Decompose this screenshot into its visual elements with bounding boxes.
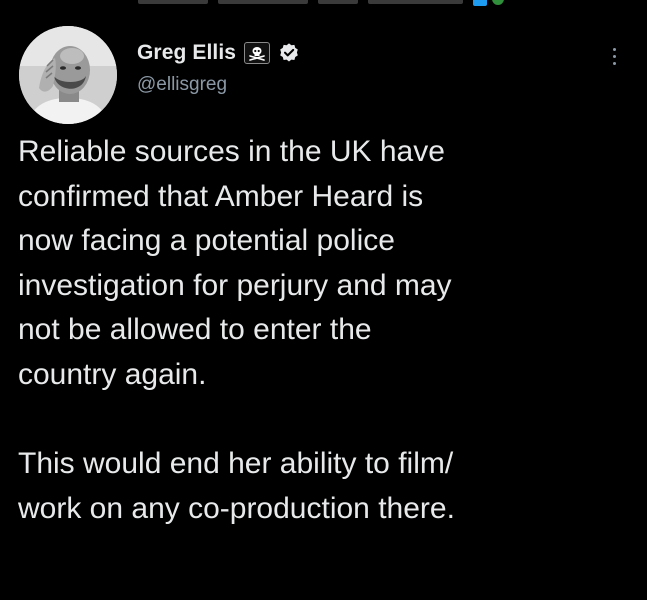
tweet-header: Greg Ellis @ellisgreg bbox=[137, 38, 300, 96]
author-name-row: Greg Ellis bbox=[137, 38, 300, 68]
tweet-line: not be allowed to enter the bbox=[18, 313, 372, 347]
cropped-text-fragment bbox=[368, 0, 463, 4]
more-options-icon[interactable] bbox=[604, 38, 624, 74]
avatar-photo-icon bbox=[19, 26, 117, 124]
more-dot bbox=[612, 47, 616, 51]
tweet-paragraph: This would end her ability to film/ work… bbox=[18, 442, 638, 531]
avatar[interactable] bbox=[19, 26, 117, 124]
tweet-line: This would end her ability to film/ bbox=[18, 447, 454, 481]
tweet-line: work on any co-production there. bbox=[18, 491, 455, 525]
cropped-text-fragment bbox=[218, 0, 308, 4]
tweet-line: country again. bbox=[18, 357, 207, 391]
cropped-emoji-icon bbox=[473, 0, 487, 6]
more-dot bbox=[612, 54, 616, 58]
cropped-emoji-icon bbox=[492, 0, 504, 5]
tweet-line: now facing a potential police bbox=[18, 224, 395, 258]
tweet-body: Reliable sources in the UK have confirme… bbox=[18, 130, 638, 531]
author-handle[interactable]: @ellisgreg bbox=[137, 74, 300, 96]
more-dot bbox=[612, 61, 616, 65]
cropped-previous-content bbox=[0, 0, 647, 8]
tweet-line: investigation for perjury and may bbox=[18, 268, 452, 302]
tweet-line: confirmed that Amber Heard is bbox=[18, 179, 424, 213]
cropped-text-fragment bbox=[318, 0, 358, 4]
verified-badge-icon bbox=[280, 43, 298, 62]
tweet-line: Reliable sources in the UK have bbox=[18, 135, 445, 168]
skull-and-crossbones-icon bbox=[244, 42, 271, 64]
tweet-paragraph: Reliable sources in the UK have confirme… bbox=[18, 130, 638, 398]
author-display-name[interactable]: Greg Ellis bbox=[137, 41, 236, 65]
cropped-text-fragment bbox=[138, 0, 208, 4]
